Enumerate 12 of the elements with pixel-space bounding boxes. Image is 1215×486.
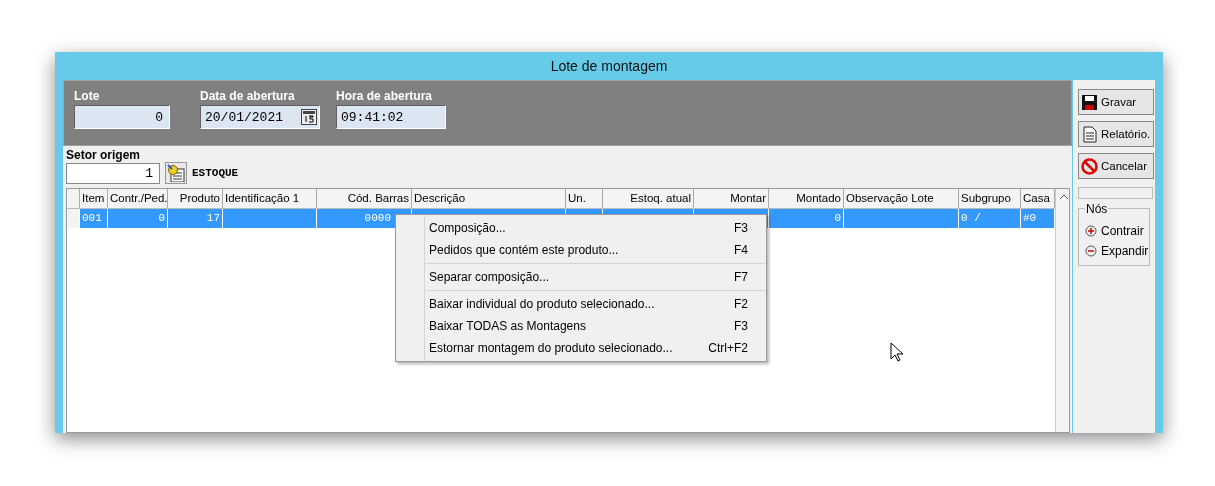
- field-label: Data de abertura: [200, 89, 296, 103]
- field-label: Lote: [74, 89, 101, 103]
- window-title: Lote de montagem: [549, 57, 669, 76]
- table-cell: 001: [80, 209, 108, 228]
- table-cell: 0: [769, 209, 844, 228]
- group-title: Nós: [1085, 202, 1109, 216]
- field-label: Hora de abertura: [336, 89, 434, 103]
- sector-name: ESTOQUE: [192, 167, 239, 179]
- field-label: Setor origem: [66, 148, 140, 162]
- table-cell: 0 /: [959, 209, 1021, 228]
- table-cell: 17: [168, 209, 223, 228]
- table-cell: 0: [108, 209, 168, 228]
